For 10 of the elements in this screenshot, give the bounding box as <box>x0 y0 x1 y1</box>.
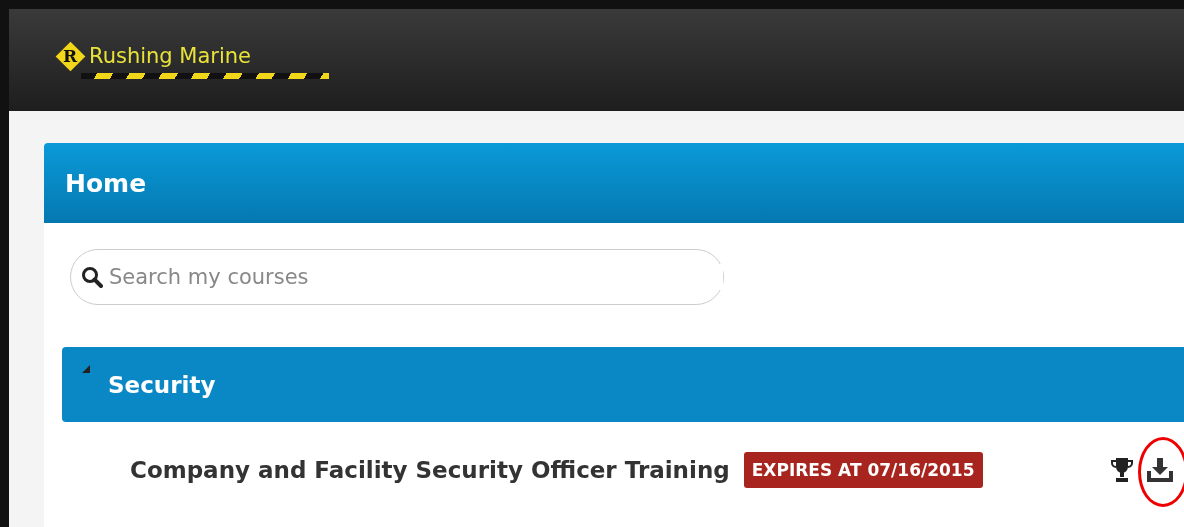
search-field[interactable]: Search my courses <box>70 249 724 305</box>
search-icon <box>81 266 103 288</box>
trophy-icon[interactable] <box>1110 457 1134 483</box>
logo-letter: R <box>62 46 78 66</box>
course-title[interactable]: Company and Facility Security Officer Training <box>130 457 730 483</box>
download-icon[interactable] <box>1146 457 1174 483</box>
brand-name: Rushing Marine <box>89 44 252 68</box>
category-header[interactable]: Security <box>62 347 1184 422</box>
expiry-badge: EXPIRES AT 07/16/2015 <box>743 452 983 488</box>
panel-title: Home <box>44 143 1184 223</box>
